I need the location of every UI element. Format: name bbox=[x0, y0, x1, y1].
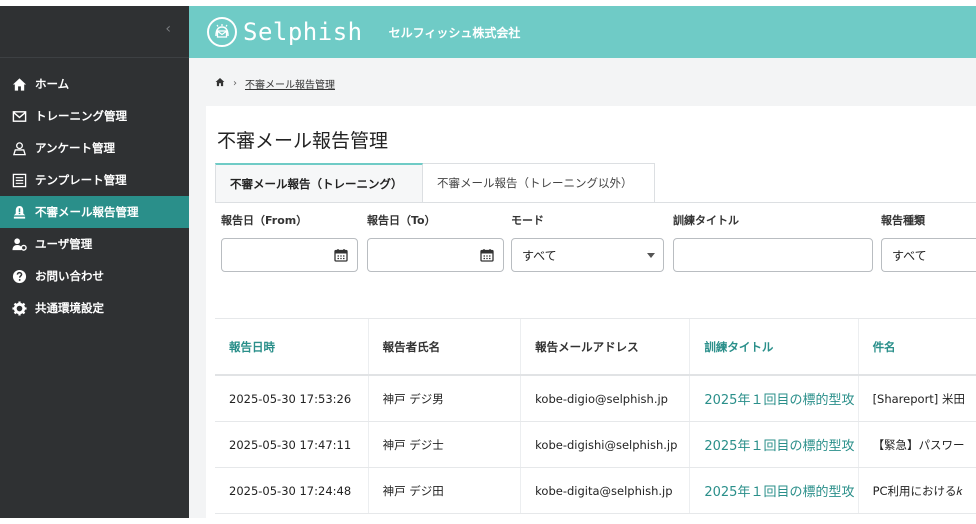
reports-table: 報告日時 報告者氏名 報告メールアドレス 訓練タイトル 件名 2025-05-3… bbox=[215, 318, 976, 514]
sidebar-item-label: お問い合わせ bbox=[35, 269, 104, 283]
training-title-input[interactable] bbox=[673, 238, 873, 272]
caret-down-icon bbox=[647, 253, 655, 258]
col-header-reporter-name: 報告者氏名 bbox=[369, 319, 522, 374]
calendar-icon[interactable] bbox=[334, 248, 348, 262]
table-row[interactable]: 2025-05-30 17:47:11 神戸 デジ士 kobe-digishi@… bbox=[215, 422, 976, 468]
cell-reporter-name: 神戸 デジ男 bbox=[369, 376, 522, 421]
user-settings-icon bbox=[11, 236, 27, 252]
chevron-left-icon[interactable]: ‹ bbox=[165, 21, 171, 37]
sidebar-item-label: テンプレート管理 bbox=[35, 173, 127, 187]
sidebar-item-label: ユーザ管理 bbox=[35, 237, 93, 251]
cell-report-email: kobe-digishi@selphish.jp bbox=[521, 422, 691, 467]
sidebar-item-template[interactable]: テンプレート管理 bbox=[0, 164, 189, 196]
calendar-icon[interactable] bbox=[480, 248, 494, 262]
table-header-row: 報告日時 報告者氏名 報告メールアドレス 訓練タイトル 件名 bbox=[215, 319, 976, 376]
from-date-label: 報告日（From） bbox=[221, 214, 308, 227]
report-type-select[interactable]: すべて bbox=[881, 238, 976, 272]
alert-person-icon bbox=[11, 204, 27, 220]
cell-training-title-link[interactable]: 2025年１回目の標的型攻 bbox=[690, 422, 859, 467]
sidebar: ‹ ホーム トレーニング管理 アンケート管理 テンプレート管理 不審メール報告管… bbox=[0, 6, 189, 518]
cell-report-email: kobe-digio@selphish.jp bbox=[521, 376, 691, 421]
sidebar-item-users[interactable]: ユーザ管理 bbox=[0, 228, 189, 260]
template-icon bbox=[11, 172, 27, 188]
cell-reporter-name: 神戸 デジ田 bbox=[369, 468, 522, 513]
filter-bar: 報告日（From） 報告日（To） モード すべて 訓練タイトル 報告種類 すべ… bbox=[221, 210, 976, 280]
to-date-label: 報告日（To） bbox=[367, 214, 436, 227]
col-header-report-email: 報告メールアドレス bbox=[521, 319, 691, 374]
col-header-training-title[interactable]: 訓練タイトル bbox=[690, 319, 859, 374]
to-date-input[interactable] bbox=[367, 238, 504, 272]
home-icon bbox=[11, 76, 27, 92]
report-type-label: 報告種類 bbox=[881, 214, 925, 227]
table-row[interactable]: 2025-05-30 17:24:48 神戸 デジ田 kobe-digita@s… bbox=[215, 468, 976, 514]
sidebar-item-settings[interactable]: 共通環境設定 bbox=[0, 292, 189, 324]
mode-label: モード bbox=[511, 214, 544, 227]
tab-divider bbox=[655, 202, 976, 203]
app-window: ‹ ホーム トレーニング管理 アンケート管理 テンプレート管理 不審メール報告管… bbox=[0, 6, 976, 518]
sidebar-item-label: 共通環境設定 bbox=[35, 301, 104, 315]
breadcrumb: › 不審メール報告管理 bbox=[215, 76, 335, 91]
cell-subject: 【緊急】パスワー bbox=[872, 437, 965, 452]
mode-select[interactable]: すべて bbox=[511, 238, 664, 272]
tab-bar: 不審メール報告（トレーニング） 不審メール報告（トレーニング以外） bbox=[215, 163, 655, 203]
tab-non-training-reports[interactable]: 不審メール報告（トレーニング以外） bbox=[423, 163, 655, 203]
mail-icon bbox=[11, 108, 27, 124]
top-header: Selphish セルフィッシュ株式会社 bbox=[189, 6, 976, 58]
question-icon bbox=[11, 268, 27, 284]
logo-text[interactable]: Selphish bbox=[243, 18, 363, 46]
sidebar-item-home[interactable]: ホーム bbox=[0, 68, 189, 100]
cell-report-email: kobe-digita@selphish.jp bbox=[521, 468, 691, 513]
sidebar-top: ‹ bbox=[0, 6, 189, 58]
from-date-input[interactable] bbox=[221, 238, 358, 272]
cell-report-datetime: 2025-05-30 17:47:11 bbox=[215, 422, 369, 467]
logo-icon bbox=[207, 17, 237, 47]
report-type-value: すべて bbox=[892, 248, 927, 263]
cell-report-datetime: 2025-05-30 17:53:26 bbox=[215, 376, 369, 421]
sidebar-item-training[interactable]: トレーニング管理 bbox=[0, 100, 189, 132]
col-header-report-datetime[interactable]: 報告日時 bbox=[215, 319, 369, 374]
cell-subject: PC利用における𝑘 bbox=[872, 483, 963, 498]
gear-icon bbox=[11, 300, 27, 316]
cell-subject: [Shareport] 米田 bbox=[872, 391, 965, 406]
cell-report-datetime: 2025-05-30 17:24:48 bbox=[215, 468, 369, 513]
sidebar-item-suspicious-mail[interactable]: 不審メール報告管理 bbox=[0, 196, 189, 228]
table-row[interactable]: 2025-05-30 17:53:26 神戸 デジ男 kobe-digio@se… bbox=[215, 376, 976, 422]
sidebar-item-label: アンケート管理 bbox=[35, 141, 116, 155]
home-icon[interactable] bbox=[215, 77, 225, 90]
training-title-label: 訓練タイトル bbox=[673, 214, 739, 227]
sidebar-item-survey[interactable]: アンケート管理 bbox=[0, 132, 189, 164]
cell-training-title-link[interactable]: 2025年１回目の標的型攻 bbox=[690, 468, 859, 513]
chevron-right-icon: › bbox=[233, 78, 237, 89]
sidebar-item-label: 不審メール報告管理 bbox=[35, 205, 139, 219]
col-header-subject[interactable]: 件名 bbox=[859, 319, 976, 374]
sidebar-item-label: ホーム bbox=[35, 77, 70, 91]
sidebar-item-contact[interactable]: お問い合わせ bbox=[0, 260, 189, 292]
survey-icon bbox=[11, 140, 27, 156]
breadcrumb-current[interactable]: 不審メール報告管理 bbox=[245, 76, 335, 91]
company-name: セルフィッシュ株式会社 bbox=[388, 25, 521, 40]
sidebar-item-label: トレーニング管理 bbox=[35, 109, 127, 123]
cell-training-title-link[interactable]: 2025年１回目の標的型攻 bbox=[690, 376, 859, 421]
content-panel: 不審メール報告管理 不審メール報告（トレーニング） 不審メール報告（トレーニング… bbox=[206, 106, 976, 518]
tab-training-reports[interactable]: 不審メール報告（トレーニング） bbox=[215, 163, 423, 203]
main-content: › 不審メール報告管理 不審メール報告管理 不審メール報告（トレーニング） 不審… bbox=[189, 58, 976, 518]
page-title: 不審メール報告管理 bbox=[217, 130, 389, 152]
mode-select-value: すべて bbox=[522, 248, 557, 263]
cell-reporter-name: 神戸 デジ士 bbox=[369, 422, 522, 467]
sidebar-nav: ホーム トレーニング管理 アンケート管理 テンプレート管理 不審メール報告管理 … bbox=[0, 58, 189, 324]
